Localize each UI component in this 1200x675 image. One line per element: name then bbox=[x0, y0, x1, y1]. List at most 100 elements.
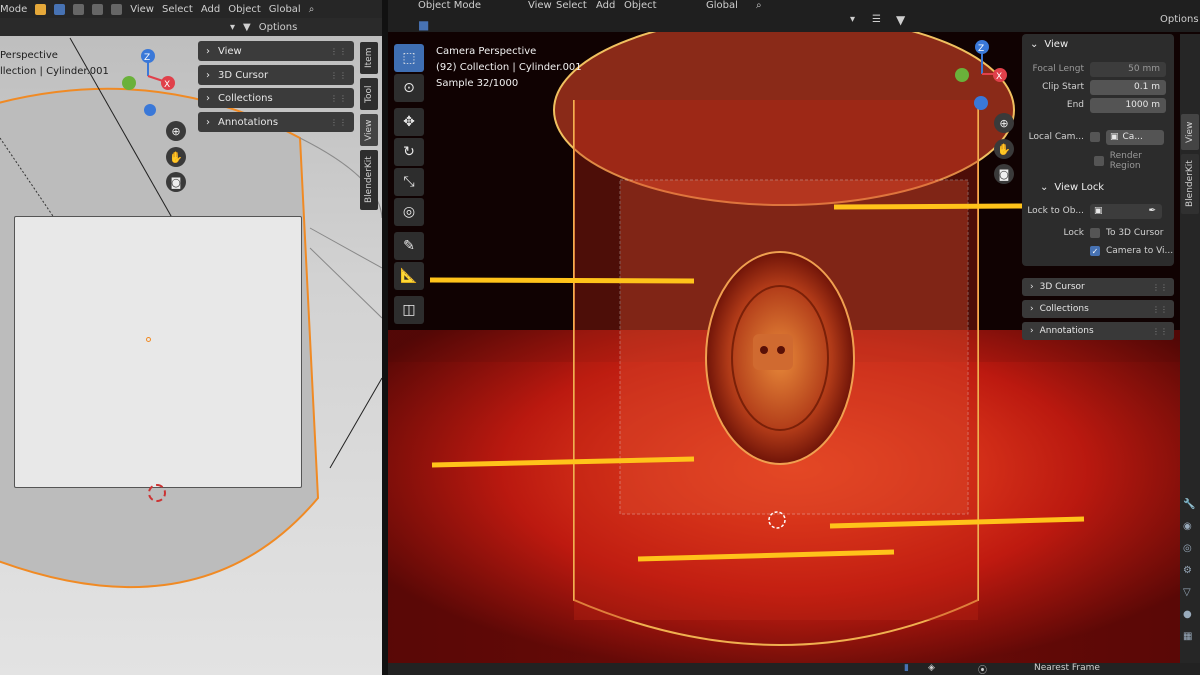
select-box-icon[interactable]: ■ bbox=[418, 18, 429, 32]
search-icon[interactable]: ⌕ bbox=[309, 4, 315, 15]
chevron-down-icon: ⌄ bbox=[1040, 181, 1049, 193]
eyedropper-icon[interactable]: ✒ bbox=[1148, 206, 1156, 216]
to-3d-cursor-checkbox[interactable] bbox=[1090, 228, 1100, 238]
select-extend-icon[interactable] bbox=[92, 3, 104, 15]
section-collections[interactable]: › Collections ⋮⋮ bbox=[1022, 300, 1174, 318]
move-tool-icon[interactable]: ✥ bbox=[394, 108, 424, 136]
left-viewport[interactable]: Mode View Select Add Object Global ⌕ ▾ ▼… bbox=[0, 0, 382, 675]
drag-handle-icon[interactable]: ⋮⋮ bbox=[330, 71, 348, 80]
data-icon[interactable]: ▽ bbox=[1183, 582, 1197, 604]
select-box-icon[interactable] bbox=[73, 3, 85, 15]
menu-select[interactable]: Select bbox=[556, 0, 587, 11]
camera-to-view-checkbox[interactable]: ✓ bbox=[1090, 246, 1100, 256]
camera-view-icon[interactable]: ◙ bbox=[994, 164, 1014, 184]
texture-icon[interactable]: ▦ bbox=[1183, 626, 1197, 648]
render-region-checkbox[interactable] bbox=[1094, 156, 1104, 166]
panel-view[interactable]: › View ⋮⋮ bbox=[198, 41, 354, 61]
cursor-tool-icon[interactable]: ⊙ bbox=[394, 74, 424, 102]
svg-text:X: X bbox=[164, 80, 170, 90]
chevron-right-icon: › bbox=[1030, 326, 1034, 336]
clip-start-field[interactable]: 0.1 m bbox=[1090, 79, 1166, 95]
filter-icon[interactable]: ▼ bbox=[243, 22, 251, 33]
lock-label: Lock bbox=[1063, 228, 1084, 238]
section-3d-cursor[interactable]: › 3D Cursor ⋮⋮ bbox=[1022, 278, 1174, 296]
focal-length-field[interactable]: 50 mm bbox=[1090, 61, 1166, 77]
tab-tool[interactable]: Tool bbox=[360, 78, 378, 110]
panel-annotations[interactable]: › Annotations ⋮⋮ bbox=[198, 112, 354, 132]
tab-blenderkit[interactable]: BlenderKit bbox=[360, 150, 378, 210]
select-subtract-icon[interactable] bbox=[111, 3, 123, 15]
view-name: Camera Perspective bbox=[436, 46, 537, 57]
panel-annotations-label: Annotations bbox=[218, 116, 279, 128]
tab-blenderkit[interactable]: BlenderKit bbox=[1181, 154, 1199, 214]
menu-add[interactable]: Add bbox=[201, 4, 220, 15]
search-icon[interactable]: ⌕ bbox=[756, 0, 762, 11]
rotate-tool-icon[interactable]: ↻ bbox=[394, 138, 424, 166]
transform-dropdown[interactable]: Global bbox=[269, 4, 301, 15]
camera-view-icon[interactable]: ◙ bbox=[166, 172, 186, 192]
layout-icon[interactable]: ☰ bbox=[872, 14, 881, 25]
view-lock-title: View Lock bbox=[1054, 181, 1105, 193]
panel-3d-cursor[interactable]: › 3D Cursor ⋮⋮ bbox=[198, 65, 354, 85]
zoom-icon[interactable]: ⊕ bbox=[994, 113, 1014, 133]
menu-view[interactable]: View bbox=[528, 0, 552, 11]
local-camera-field[interactable]: ▣ Ca... bbox=[1106, 129, 1164, 145]
options-button[interactable]: Options bbox=[1160, 14, 1199, 25]
snap-icon[interactable]: ◈ bbox=[928, 663, 935, 673]
transform-tool-icon[interactable]: ◎ bbox=[394, 198, 424, 226]
clip-end-field[interactable]: 1000 m bbox=[1090, 97, 1166, 113]
view-dropdown-icon[interactable]: ▾ bbox=[850, 14, 855, 25]
select-icon[interactable] bbox=[54, 3, 66, 15]
drag-handle-icon[interactable]: ⋮⋮ bbox=[330, 47, 348, 56]
svg-text:X: X bbox=[996, 72, 1002, 82]
measure-tool-icon[interactable]: 📐 bbox=[394, 262, 424, 290]
snap-target-dropdown[interactable]: Nearest Frame bbox=[1034, 663, 1100, 673]
tab-item[interactable]: Item bbox=[360, 42, 378, 74]
chevron-down-icon: ⌄ bbox=[1030, 38, 1039, 50]
right-header: Object Mode View Select Add Object Globa… bbox=[388, 0, 1200, 32]
pan-hand-icon[interactable]: ✋ bbox=[994, 139, 1014, 159]
add-cube-tool-icon[interactable]: ◫ bbox=[394, 296, 424, 324]
view-panel-header[interactable]: ⌄ View bbox=[1022, 34, 1174, 54]
annotate-tool-icon[interactable]: ✎ bbox=[394, 232, 424, 260]
drag-handle-icon[interactable]: ⋮⋮ bbox=[330, 94, 348, 103]
menu-object[interactable]: Object bbox=[228, 4, 261, 15]
local-camera-checkbox[interactable] bbox=[1090, 132, 1100, 142]
mode-dropdown[interactable]: Object Mode bbox=[418, 0, 481, 11]
drag-handle-icon[interactable]: ⋮⋮ bbox=[1152, 327, 1168, 336]
wrench-icon[interactable]: 🔧 bbox=[1183, 494, 1197, 516]
axis-gizmo[interactable]: Z X bbox=[118, 46, 182, 118]
lock-to-object-field[interactable]: ▣ ✒ bbox=[1090, 203, 1162, 219]
menu-add[interactable]: Add bbox=[596, 0, 615, 11]
zoom-icon[interactable]: ⊕ bbox=[166, 121, 186, 141]
view-dropdown-icon[interactable]: ▾ bbox=[230, 22, 235, 33]
filter-icon[interactable]: ▼ bbox=[896, 13, 905, 27]
tab-view[interactable]: View bbox=[1181, 114, 1199, 150]
constraints-icon[interactable]: ⚙ bbox=[1183, 560, 1197, 582]
plane-object[interactable] bbox=[14, 216, 302, 488]
physics-icon[interactable]: ◎ bbox=[1183, 538, 1197, 560]
drag-handle-icon[interactable]: ⋮⋮ bbox=[1152, 305, 1168, 314]
mode-dropdown[interactable]: Mode bbox=[0, 4, 27, 15]
axis-gizmo[interactable]: Z X bbox=[944, 38, 1008, 112]
view-lock-header[interactable]: ⌄ View Lock bbox=[1022, 178, 1174, 196]
select-tool-icon[interactable]: ⬚ bbox=[394, 44, 424, 72]
menu-object[interactable]: Object bbox=[624, 0, 657, 11]
select-mode-icon[interactable]: ▮ bbox=[904, 663, 909, 673]
pan-hand-icon[interactable]: ✋ bbox=[166, 147, 186, 167]
options-button[interactable]: Options bbox=[259, 22, 298, 33]
menu-view[interactable]: View bbox=[130, 4, 154, 15]
material-icon[interactable]: ● bbox=[1183, 604, 1197, 626]
panel-collections[interactable]: › Collections ⋮⋮ bbox=[198, 88, 354, 108]
scale-tool-icon[interactable]: ⤡ bbox=[394, 168, 424, 196]
drag-handle-icon[interactable]: ⋮⋮ bbox=[330, 118, 348, 127]
particles-icon[interactable]: ◉ bbox=[1183, 516, 1197, 538]
menu-select[interactable]: Select bbox=[162, 4, 193, 15]
proportional-icon[interactable]: ⦿ bbox=[978, 663, 987, 675]
section-annotations[interactable]: › Annotations ⋮⋮ bbox=[1022, 322, 1174, 340]
right-viewport[interactable]: Object Mode View Select Add Object Globa… bbox=[388, 0, 1200, 675]
chevron-right-icon: › bbox=[206, 69, 210, 81]
transform-dropdown[interactable]: Global bbox=[706, 0, 738, 11]
tab-view[interactable]: View bbox=[360, 114, 378, 146]
drag-handle-icon[interactable]: ⋮⋮ bbox=[1152, 283, 1168, 292]
